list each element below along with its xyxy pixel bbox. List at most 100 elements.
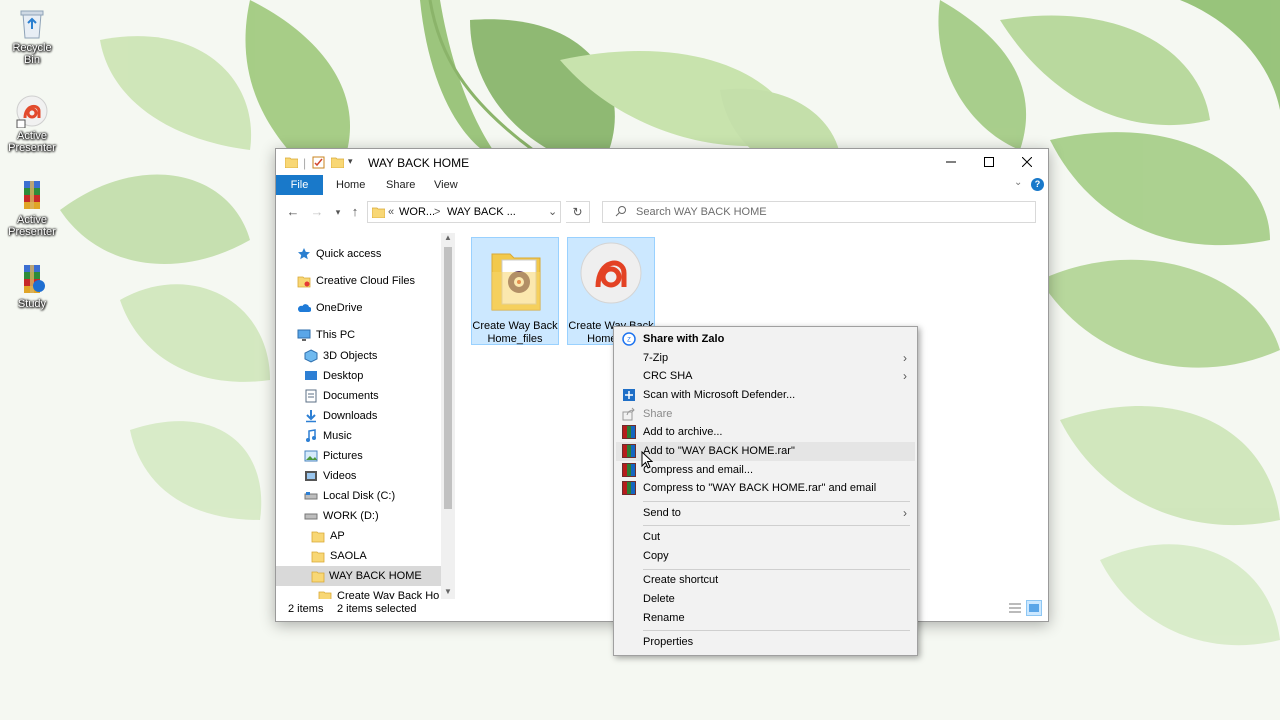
address-box[interactable]: « WOR... > WAY BACK ... ⌄ — [367, 201, 561, 223]
scroll-up-icon[interactable]: ▲ — [444, 233, 452, 242]
title-bar[interactable]: | ▾ WAY BACK HOME — [276, 149, 1048, 175]
menu-item-add-to-rar[interactable]: Add to "WAY BACK HOME.rar" — [616, 442, 915, 461]
documents-icon — [304, 389, 318, 403]
tab-view[interactable]: View — [434, 175, 458, 195]
menu-item-rename[interactable]: Rename — [616, 609, 915, 628]
computer-icon — [297, 328, 311, 342]
large-icons-view-icon[interactable] — [1026, 600, 1042, 616]
menu-item-delete[interactable]: Delete — [616, 590, 915, 609]
recent-locations-icon[interactable]: ▾ — [330, 204, 346, 220]
winrar-archive-icon — [15, 262, 49, 296]
context-menu: Z Share with Zalo 7-Zip › CRC SHA › Scan… — [613, 326, 918, 656]
desktop-icon-active-presenter[interactable]: Active Presenter — [4, 94, 60, 154]
menu-separator — [643, 630, 910, 631]
tab-file[interactable]: File — [276, 175, 323, 195]
ribbon-tab-bar: File Home Share View ⌄ ? — [276, 175, 1048, 195]
refresh-button[interactable]: ↻ — [566, 201, 590, 223]
nav-item-3d-objects[interactable]: 3D Objects — [304, 346, 439, 366]
forward-arrow-icon[interactable]: → — [309, 204, 325, 220]
nav-item-quick-access[interactable]: Quick access — [297, 244, 437, 264]
nav-item-pictures[interactable]: Pictures — [304, 446, 439, 466]
breadcrumb-work[interactable]: WOR... — [399, 206, 435, 218]
nav-item-folder-ap[interactable]: AP — [311, 526, 439, 546]
menu-item-copy[interactable]: Copy — [616, 547, 915, 566]
menu-item-crc-sha[interactable]: CRC SHA › — [616, 367, 915, 386]
folder-icon — [297, 274, 311, 288]
menu-item-create-shortcut[interactable]: Create shortcut — [616, 571, 915, 590]
share-icon — [622, 407, 636, 421]
menu-item-add-to-archive[interactable]: Add to archive... — [616, 423, 915, 442]
nav-item-local-disk[interactable]: Local Disk (C:) — [304, 486, 439, 506]
nav-item-downloads[interactable]: Downloads — [304, 406, 439, 426]
search-input[interactable]: Search WAY BACK HOME — [602, 201, 1036, 223]
folder-icon — [311, 549, 325, 563]
close-button[interactable] — [1008, 149, 1046, 175]
folder-icon — [311, 529, 325, 543]
nav-item-creative-cloud[interactable]: Creative Cloud Files — [297, 271, 437, 291]
menu-item-scan-defender[interactable]: Scan with Microsoft Defender... — [616, 386, 915, 405]
scrollbar-thumb[interactable] — [444, 247, 452, 509]
help-icon[interactable]: ? — [1031, 178, 1044, 191]
nav-item-folder-way-back-home[interactable]: WAY BACK HOME — [276, 566, 441, 586]
address-dropdown-icon[interactable]: ⌄ — [548, 205, 557, 218]
desktop-icon — [304, 369, 318, 383]
maximize-icon — [984, 157, 994, 167]
divider: | — [303, 156, 307, 170]
nav-item-desktop[interactable]: Desktop — [304, 366, 439, 386]
winrar-icon — [622, 481, 636, 495]
nav-item-documents[interactable]: Documents — [304, 386, 439, 406]
maximize-button[interactable] — [970, 149, 1008, 175]
chevron-right-icon: › — [903, 506, 907, 520]
active-presenter-icon — [15, 94, 49, 129]
download-icon — [304, 409, 318, 423]
nav-pane-scrollbar[interactable]: ▲ ▼ — [441, 233, 455, 599]
music-icon — [304, 429, 318, 443]
folder-icon — [284, 156, 299, 171]
minimize-button[interactable] — [932, 149, 970, 175]
up-arrow-icon[interactable]: ↑ — [347, 204, 363, 220]
back-arrow-icon[interactable]: ← — [285, 204, 301, 220]
menu-item-share-with-zalo[interactable]: Z Share with Zalo — [616, 330, 915, 349]
menu-item-send-to[interactable]: Send to › — [616, 504, 915, 523]
menu-item-compress-to-rar-email[interactable]: Compress to "WAY BACK HOME.rar" and emai… — [616, 479, 915, 498]
tab-share[interactable]: Share — [386, 175, 415, 195]
new-folder-icon[interactable] — [330, 156, 345, 171]
menu-item-properties[interactable]: Properties — [616, 633, 915, 652]
menu-item-7zip[interactable]: 7-Zip › — [616, 349, 915, 368]
mouse-cursor-icon — [641, 451, 653, 469]
nav-item-work-drive[interactable]: WORK (D:) — [304, 506, 439, 526]
folder-icon — [371, 206, 386, 221]
breadcrumb-overflow[interactable]: « — [388, 206, 394, 218]
tab-home[interactable]: Home — [336, 175, 365, 195]
menu-separator — [643, 501, 910, 502]
nav-item-music[interactable]: Music — [304, 426, 439, 446]
search-icon — [615, 205, 627, 220]
minimize-icon — [946, 161, 956, 163]
drive-icon — [304, 489, 318, 503]
nav-item-folder-saola[interactable]: SAOLA — [311, 546, 439, 566]
navigation-pane: Quick access Creative Cloud Files OneDri… — [276, 235, 444, 599]
winrar-icon — [622, 463, 636, 477]
folder-icon — [318, 589, 332, 599]
desktop-icon-recycle-bin[interactable]: Recycle Bin — [4, 6, 60, 66]
desktop-icon-active-presenter-archive[interactable]: Active Presenter — [4, 178, 60, 238]
menu-item-compress-and-email[interactable]: Compress and email... — [616, 461, 915, 480]
nav-item-folder-create-way-back-home[interactable]: Create Way Back Home — [318, 586, 439, 599]
nav-item-videos[interactable]: Videos — [304, 466, 439, 486]
scroll-down-icon[interactable]: ▼ — [444, 587, 452, 596]
menu-item-share[interactable]: Share — [616, 405, 915, 424]
nav-item-this-pc[interactable]: This PC — [297, 325, 437, 345]
breadcrumb-way-back-home[interactable]: WAY BACK ... — [447, 206, 516, 218]
chevron-right-icon: › — [903, 351, 907, 365]
expand-ribbon-icon[interactable]: ⌄ — [1014, 177, 1022, 188]
customize-quick-access-icon[interactable]: ▾ — [348, 156, 353, 167]
file-item-folder[interactable]: Create Way Back Home_files — [471, 237, 559, 345]
menu-item-cut[interactable]: Cut — [616, 528, 915, 547]
properties-icon[interactable] — [312, 156, 325, 172]
winrar-archive-icon — [15, 178, 49, 212]
cube-icon — [304, 349, 318, 363]
desktop-icon-study[interactable]: Study — [4, 262, 60, 310]
details-view-icon[interactable] — [1008, 602, 1022, 617]
item-count: 2 items — [288, 603, 324, 615]
nav-item-onedrive[interactable]: OneDrive — [297, 298, 437, 318]
